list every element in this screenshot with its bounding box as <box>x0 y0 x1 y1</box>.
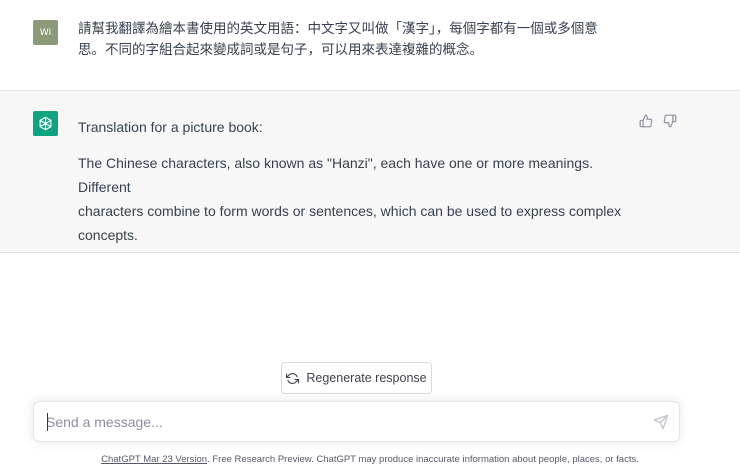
openai-logo-icon <box>33 111 58 136</box>
assistant-message-text: Translation for a picture book: The Chin… <box>78 115 638 247</box>
user-message-line-1: 請幫我翻譯為繪本書使用的英文用語：中文字又叫做「漢字」，每個字都有一個或多個意 <box>78 21 598 37</box>
user-message-text: 請幫我翻譯為繪本書使用的英文用語：中文字又叫做「漢字」，每個字都有一個或多個意 … <box>78 19 618 61</box>
send-icon[interactable] <box>653 414 669 430</box>
feedback-buttons <box>638 113 678 129</box>
thumbs-down-icon[interactable] <box>662 113 678 129</box>
assistant-body: The Chinese characters, also known as "H… <box>78 151 638 247</box>
assistant-message-row: Translation for a picture book: The Chin… <box>0 91 740 253</box>
user-avatar: WI <box>33 20 58 45</box>
regenerate-label: Regenerate response <box>306 371 427 385</box>
assistant-heading: Translation for a picture book: <box>78 119 263 135</box>
assistant-body-line-3: concepts. <box>78 227 138 243</box>
assistant-body-line-2: characters combine to form words or sent… <box>78 203 622 219</box>
refresh-icon <box>286 372 300 384</box>
text-caret <box>47 413 48 431</box>
message-input[interactable] <box>46 402 636 441</box>
thumbs-up-icon[interactable] <box>638 113 654 129</box>
regenerate-response-button[interactable]: Regenerate response <box>281 362 432 394</box>
message-composer <box>33 401 680 442</box>
user-message-row: WI 請幫我翻譯為繪本書使用的英文用語：中文字又叫做「漢字」，每個字都有一個或多… <box>0 0 740 91</box>
assistant-body-line-1: The Chinese characters, also known as "H… <box>78 155 593 195</box>
footer-disclaimer: ChatGPT Mar 23 Version. Free Research Pr… <box>0 454 740 465</box>
user-message-line-2: 思。不同的字組合起來變成詞或是句子，可以用來表達複雜的概念。 <box>78 42 483 58</box>
disclaimer-text: . Free Research Preview. ChatGPT may pro… <box>207 454 639 465</box>
version-link[interactable]: ChatGPT Mar 23 Version <box>101 454 207 465</box>
